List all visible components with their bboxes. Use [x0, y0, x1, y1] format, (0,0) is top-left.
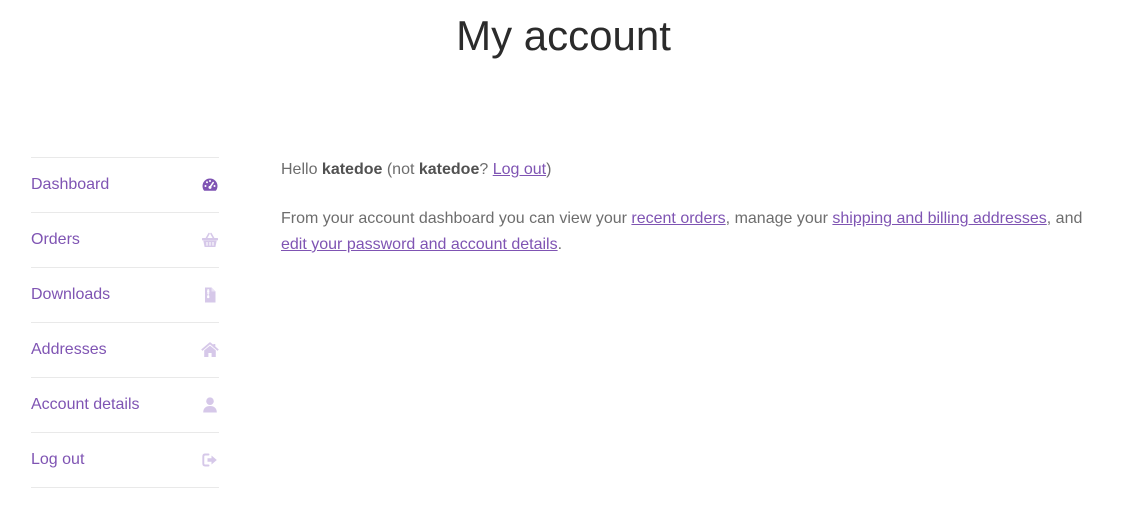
log-out-link[interactable]: Log out	[493, 161, 546, 178]
nav-item-addresses[interactable]: Addresses	[31, 323, 219, 378]
nav-item-orders[interactable]: Orders	[31, 213, 219, 268]
nav-item-downloads[interactable]: Downloads	[31, 268, 219, 323]
sign-out-icon	[201, 451, 219, 469]
home-icon	[201, 341, 219, 359]
greeting-username-again: katedoe	[418, 161, 480, 178]
account-navigation: Dashboard Orders Downloads Addresses Acc…	[31, 157, 219, 488]
greeting-not-open: (not	[386, 161, 415, 178]
file-icon	[201, 286, 219, 304]
nav-item-label[interactable]: Downloads	[31, 286, 110, 304]
greeting-question: ?	[479, 161, 489, 178]
intro-text-1: From your account dashboard you can view…	[281, 210, 627, 227]
intro-text-2: , manage your	[725, 210, 828, 227]
page: My account Dashboard Orders Downloads Ad…	[0, 0, 1137, 524]
nav-item-label[interactable]: Orders	[31, 231, 80, 249]
greeting-hello: Hello	[281, 161, 318, 178]
nav-item-log-out[interactable]: Log out	[31, 433, 219, 488]
intro-text-3: , and	[1046, 210, 1083, 227]
intro-paragraph: From your account dashboard you can view…	[281, 206, 1101, 258]
nav-item-account-details[interactable]: Account details	[31, 378, 219, 433]
nav-item-label[interactable]: Log out	[31, 451, 84, 469]
account-dashboard-content: Hello katedoe (not katedoe? Log out) Fro…	[281, 157, 1101, 258]
page-title: My account	[456, 12, 671, 59]
nav-item-label[interactable]: Addresses	[31, 341, 107, 359]
nav-item-label[interactable]: Account details	[31, 396, 140, 414]
recent-orders-link[interactable]: recent orders	[631, 210, 725, 227]
basket-icon	[201, 231, 219, 249]
greeting-paragraph: Hello katedoe (not katedoe? Log out)	[281, 157, 1101, 183]
user-icon	[201, 396, 219, 414]
dashboard-icon	[201, 176, 219, 194]
intro-text-4: .	[557, 236, 563, 253]
nav-item-dashboard[interactable]: Dashboard	[31, 158, 219, 213]
greeting-close: )	[546, 161, 552, 178]
nav-item-label[interactable]: Dashboard	[31, 176, 109, 194]
greeting-username: katedoe	[321, 161, 383, 178]
shipping-billing-addresses-link[interactable]: shipping and billing addresses	[832, 210, 1046, 227]
edit-account-details-link[interactable]: edit your password and account details	[281, 236, 558, 253]
